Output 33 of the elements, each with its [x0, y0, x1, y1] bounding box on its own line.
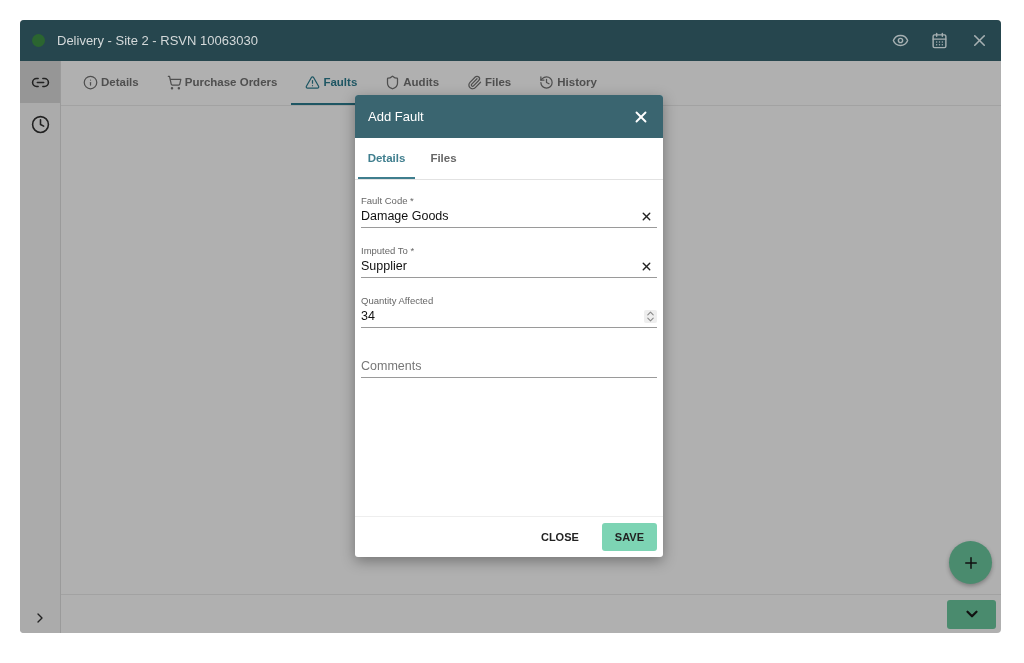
input-field[interactable]: 34 — [361, 309, 644, 323]
cart-icon — [166, 74, 182, 90]
sidebar-item[interactable] — [20, 61, 60, 103]
window-title: Delivery - Site 2 - RSVN 10063030 — [57, 33, 259, 48]
input-field[interactable]: Supplier — [361, 259, 640, 273]
field-label: Imputed To * — [361, 245, 416, 256]
input-field[interactable]: Comments — [361, 359, 657, 373]
field-label: Quantity Affected — [361, 295, 435, 306]
tab[interactable]: History — [525, 61, 611, 105]
field-label: Fault Code * — [361, 195, 415, 206]
tab[interactable]: Audits — [371, 61, 454, 105]
add-button[interactable] — [949, 541, 992, 584]
spinner-icon[interactable] — [644, 309, 657, 323]
dialog-title: Add Fault — [368, 109, 424, 124]
tab[interactable]: Files — [453, 61, 526, 105]
close-button[interactable]: CLOSE — [527, 523, 592, 551]
info-icon — [83, 74, 98, 90]
warning-icon — [305, 74, 321, 90]
tab[interactable]: Files — [415, 138, 472, 179]
status-dot — [32, 34, 45, 47]
history-icon — [539, 74, 555, 90]
paperclip-icon — [467, 74, 483, 90]
tab[interactable]: Purchase Orders — [152, 61, 292, 105]
chevrons-icon — [644, 309, 657, 323]
tab[interactable]: Details — [358, 138, 415, 179]
calendar-icon[interactable] — [931, 32, 948, 49]
input-field[interactable]: Damage Goods — [361, 209, 640, 223]
tab[interactable]: Details — [69, 61, 153, 105]
shield-icon — [385, 74, 401, 90]
save-button[interactable]: SAVE — [601, 523, 657, 551]
eye-icon[interactable] — [892, 32, 909, 49]
expand-button[interactable] — [947, 599, 996, 629]
clock-icon — [30, 114, 50, 134]
